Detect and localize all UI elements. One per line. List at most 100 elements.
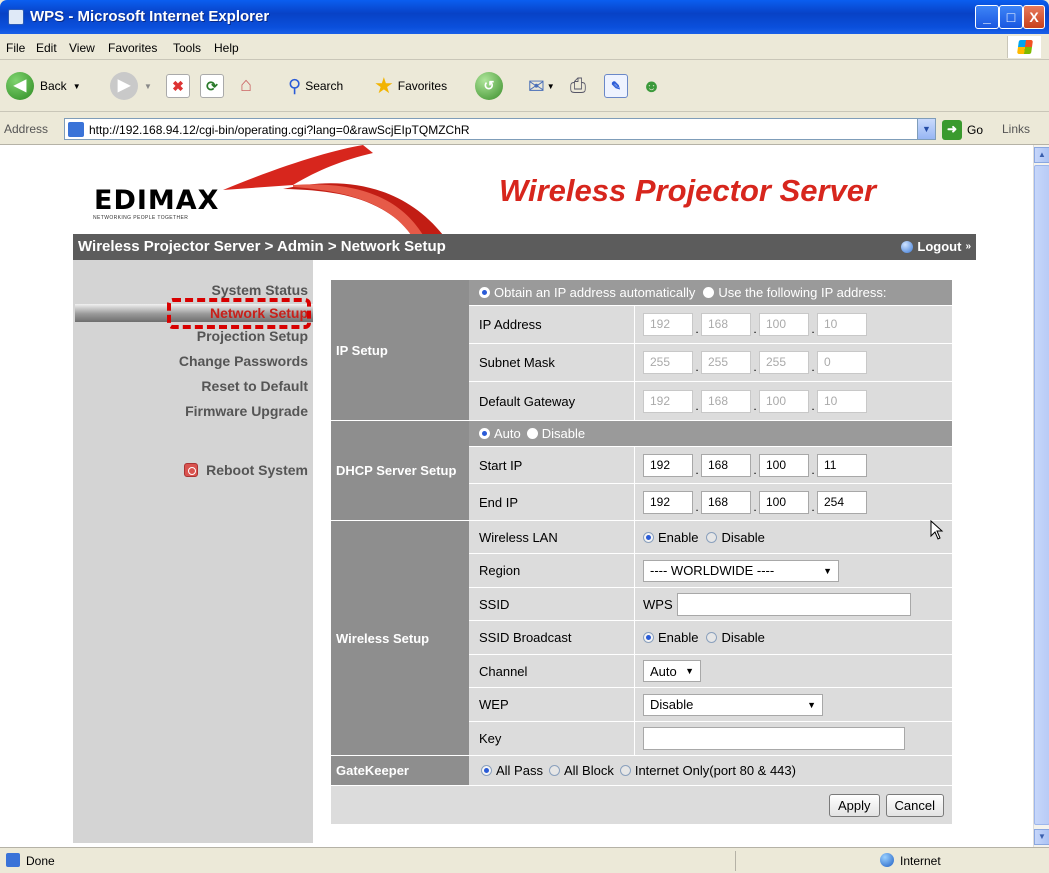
address-dropdown-icon[interactable]: ▼ bbox=[917, 119, 935, 139]
gateway-octet-2[interactable]: 168 bbox=[701, 389, 751, 413]
ssid-input[interactable] bbox=[676, 592, 911, 616]
ip-mode-row: Obtain an IP address automatically Use t… bbox=[469, 280, 952, 306]
ip-static-radio[interactable] bbox=[703, 287, 715, 298]
sidebar-item-system-status[interactable]: System Status bbox=[212, 282, 308, 298]
gateway-octet-3[interactable]: 100 bbox=[759, 389, 809, 413]
sidebar-item-reset-to-default[interactable]: Reset to Default bbox=[201, 378, 308, 394]
gatekeeper-all-block-label: All Block bbox=[563, 763, 614, 778]
ssid-broadcast-enable-radio[interactable] bbox=[643, 632, 654, 643]
wep-label: WEP bbox=[469, 688, 635, 722]
ip-address-octet-2[interactable]: 168 bbox=[701, 313, 751, 336]
end-ip-octet-3[interactable]: 100 bbox=[759, 490, 809, 514]
address-bar: Address http://192.168.94.12/cgi-bin/ope… bbox=[0, 113, 1049, 145]
dhcp-disable-radio[interactable] bbox=[526, 428, 538, 439]
start-ip-octet-4[interactable]: 11 bbox=[817, 453, 867, 477]
start-ip-octet-1[interactable]: 192 bbox=[643, 453, 693, 477]
gatekeeper-all-pass-radio[interactable] bbox=[481, 765, 492, 776]
back-button[interactable]: ◀ Back ▼ bbox=[6, 70, 81, 102]
ip-address-row: 192. 168. 100. 10 bbox=[635, 306, 952, 344]
status-separator bbox=[735, 851, 865, 871]
favorites-button[interactable]: ★ Favorites bbox=[374, 70, 447, 102]
subnet-mask-octet-3[interactable]: 255 bbox=[759, 351, 809, 374]
gatekeeper-all-block-radio[interactable] bbox=[548, 765, 560, 776]
forward-button[interactable]: ▶ ▼ bbox=[110, 70, 152, 102]
refresh-button[interactable]: ⟳ bbox=[200, 70, 224, 102]
breadcrumb-bar: Wireless Projector Server > Admin > Netw… bbox=[73, 234, 976, 260]
search-button[interactable]: ⚲ Search bbox=[288, 70, 343, 102]
edit-button[interactable]: ✎ bbox=[604, 70, 628, 102]
dropdown-arrow-icon: ▼ bbox=[72, 81, 81, 91]
home-button[interactable]: ⌂ bbox=[234, 70, 258, 102]
scroll-down-icon[interactable]: ▼ bbox=[1034, 829, 1049, 845]
forward-arrow-icon: ▶ bbox=[110, 72, 138, 100]
menu-edit[interactable]: Edit bbox=[36, 41, 57, 55]
page-viewport: EDIMAX NETWORKING PEOPLE TOGETHER Wirele… bbox=[0, 145, 1033, 847]
section-wireless-setup: Wireless Setup bbox=[331, 521, 469, 756]
gateway-octet-1[interactable]: 192 bbox=[643, 389, 693, 413]
close-button[interactable]: X bbox=[1023, 5, 1045, 29]
maximize-button[interactable]: □ bbox=[999, 5, 1023, 29]
menu-tools[interactable]: Tools bbox=[173, 41, 201, 55]
sidebar-item-change-passwords[interactable]: Change Passwords bbox=[179, 353, 308, 369]
scroll-thumb[interactable] bbox=[1034, 165, 1049, 825]
apply-button[interactable]: Apply bbox=[829, 793, 880, 817]
address-url: http://192.168.94.12/cgi-bin/operating.c… bbox=[89, 123, 470, 137]
wireless-lan-enable-radio[interactable] bbox=[643, 531, 654, 543]
wep-select[interactable]: Disable ▼ bbox=[643, 693, 823, 716]
channel-select[interactable]: Auto ▼ bbox=[643, 660, 701, 682]
menu-view[interactable]: View bbox=[69, 41, 95, 55]
wep-value: Disable bbox=[650, 697, 694, 712]
wep-row: Disable ▼ bbox=[635, 688, 952, 722]
key-input[interactable] bbox=[643, 727, 905, 750]
ip-address-octet-3[interactable]: 100 bbox=[759, 313, 809, 336]
default-gateway-row: 192. 168. 100. 10 bbox=[635, 382, 952, 421]
start-ip-label: Start IP bbox=[469, 447, 635, 484]
logout-label: Logout bbox=[917, 239, 962, 254]
menu-favorites[interactable]: Favorites bbox=[108, 41, 157, 55]
dhcp-disable-label: Disable bbox=[541, 426, 586, 441]
chevron-down-icon: ▼ bbox=[807, 699, 816, 710]
scroll-up-icon[interactable]: ▲ bbox=[1034, 147, 1049, 163]
vertical-scrollbar[interactable]: ▲ ▼ bbox=[1033, 145, 1049, 847]
start-ip-octet-3[interactable]: 100 bbox=[759, 453, 809, 477]
ip-auto-radio[interactable] bbox=[479, 287, 490, 298]
title-bar[interactable]: WPS - Microsoft Internet Explorer _ □ X bbox=[0, 0, 1049, 34]
gatekeeper-internet-only-radio[interactable] bbox=[619, 765, 631, 776]
sidebar-item-firmware-upgrade[interactable]: Firmware Upgrade bbox=[185, 403, 308, 419]
links-button[interactable]: Links bbox=[1002, 122, 1030, 136]
ip-address-octet-4[interactable]: 10 bbox=[817, 313, 867, 336]
ip-address-octet-1[interactable]: 192 bbox=[643, 313, 693, 336]
go-button[interactable]: ➜ Go bbox=[942, 120, 983, 140]
ssid-broadcast-disable-radio[interactable] bbox=[706, 632, 718, 643]
edimax-logo: EDIMAX bbox=[94, 185, 220, 216]
subnet-mask-octet-4[interactable]: 0 bbox=[817, 351, 867, 374]
cancel-button[interactable]: Cancel bbox=[885, 793, 944, 817]
stop-button[interactable]: ✖ bbox=[166, 70, 190, 102]
minimize-button[interactable]: _ bbox=[975, 5, 999, 29]
ie-page-icon bbox=[6, 853, 20, 867]
start-ip-octet-2[interactable]: 168 bbox=[701, 453, 751, 477]
print-button[interactable]: ⎙ bbox=[570, 70, 586, 102]
end-ip-octet-2[interactable]: 168 bbox=[701, 490, 751, 514]
menu-file[interactable]: File bbox=[6, 41, 25, 55]
logout-button[interactable]: Logout » bbox=[901, 239, 971, 254]
menu-help[interactable]: Help bbox=[214, 41, 239, 55]
reboot-system-button[interactable]: Reboot System bbox=[184, 462, 308, 478]
end-ip-octet-1[interactable]: 192 bbox=[643, 490, 693, 514]
subnet-mask-octet-1[interactable]: 255 bbox=[643, 351, 693, 374]
wireless-lan-disable-radio[interactable] bbox=[706, 531, 718, 543]
subnet-mask-octet-2[interactable]: 255 bbox=[701, 351, 751, 374]
dhcp-auto-radio[interactable] bbox=[479, 428, 490, 439]
gateway-octet-4[interactable]: 10 bbox=[817, 389, 867, 413]
dropdown-arrow-icon: ▼ bbox=[144, 81, 152, 91]
globe-icon bbox=[880, 853, 894, 867]
sidebar-item-projection-setup[interactable]: Projection Setup bbox=[197, 328, 308, 344]
messenger-button[interactable]: ☻ bbox=[642, 70, 661, 102]
end-ip-octet-4[interactable]: 254 bbox=[817, 490, 867, 514]
mail-button[interactable]: ✉ ▼ bbox=[528, 70, 555, 102]
status-bar: Done Internet bbox=[0, 847, 1049, 873]
ip-static-label: Use the following IP address: bbox=[718, 285, 887, 300]
address-input[interactable]: http://192.168.94.12/cgi-bin/operating.c… bbox=[64, 118, 936, 140]
history-button[interactable]: ↺ bbox=[475, 70, 503, 102]
region-select[interactable]: ---- WORLDWIDE ---- ▼ bbox=[643, 559, 839, 582]
